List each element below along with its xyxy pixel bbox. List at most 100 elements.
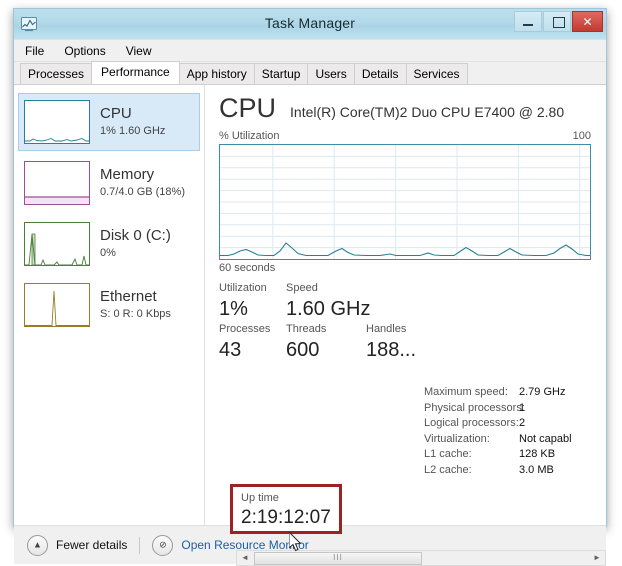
stat-threads-value: 600 bbox=[286, 339, 320, 361]
spec-key-l1-cache: L1 cache: bbox=[424, 448, 472, 460]
sidebar-item-memory[interactable]: Memory 0.7/4.0 GB (18%) bbox=[18, 154, 200, 212]
sidebar-item-disk[interactable]: Disk 0 (C:) 0% bbox=[18, 215, 200, 273]
sidebar-item-cpu-title: CPU bbox=[100, 105, 132, 122]
spec-key-logical-processors: Logical processors: bbox=[424, 417, 519, 429]
scroll-right-arrow-icon[interactable]: ► bbox=[589, 551, 605, 565]
sidebar-item-ethernet[interactable]: Ethernet S: 0 R: 0 Kbps bbox=[18, 276, 200, 334]
tab-performance[interactable]: Performance bbox=[91, 61, 180, 84]
cpu-utilization-graph bbox=[219, 144, 591, 260]
uptime-highlight-box: Up time 2:19:12:07 bbox=[230, 484, 342, 534]
sidebar-item-memory-text: Memory 0.7/4.0 GB (18%) bbox=[100, 166, 185, 200]
uptime-label: Up time bbox=[241, 492, 279, 504]
disk-thumbnail-graph bbox=[24, 222, 90, 266]
cpu-stats: Utilization 1% Speed 1.60 GHz Processes … bbox=[219, 281, 591, 363]
sidebar-item-ethernet-text: Ethernet S: 0 R: 0 Kbps bbox=[100, 288, 171, 322]
stats-row-bottom: Processes 43 Threads 600 Handles 188... bbox=[219, 322, 591, 363]
stat-handles: Handles 188... bbox=[366, 322, 446, 363]
spec-row-l2-cache: L2 cache: 3.0 MB bbox=[424, 463, 622, 479]
cpu-spec-list: Maximum speed: 2.79 GHz Physical process… bbox=[424, 385, 622, 478]
resource-monitor-glyph: ⊘ bbox=[159, 539, 167, 550]
resource-monitor-icon[interactable]: ⊘ bbox=[152, 534, 174, 556]
chevron-up-icon[interactable]: ▲ bbox=[27, 534, 48, 556]
spec-key-virtualization: Virtualization: bbox=[424, 432, 490, 445]
stat-threads: Threads 600 bbox=[286, 322, 366, 363]
tab-processes[interactable]: Processes bbox=[20, 63, 93, 84]
uptime-value: 2:19:12:07 bbox=[241, 507, 331, 528]
scrollbar-grip: III bbox=[333, 553, 343, 562]
sidebar-item-disk-title: Disk 0 (C:) bbox=[100, 227, 171, 244]
spec-value-virtualization: Not capabl bbox=[519, 432, 572, 445]
scroll-left-glyph: ◄ bbox=[241, 553, 249, 562]
scroll-right-glyph: ► bbox=[593, 553, 601, 562]
cpu-thumbnail-graph bbox=[24, 100, 90, 144]
spec-row-max-speed: Maximum speed: 2.79 GHz bbox=[424, 385, 622, 401]
title-bar[interactable]: Task Manager ✕ bbox=[14, 9, 606, 40]
menu-options[interactable]: Options bbox=[61, 43, 108, 59]
scrollbar-thumb[interactable]: III bbox=[254, 551, 422, 565]
spec-value-physical-processors: 1 bbox=[519, 401, 526, 414]
spec-key-l2-cache: L2 cache: bbox=[424, 463, 472, 476]
spec-key-max-speed: Maximum speed: bbox=[424, 386, 508, 398]
spec-value-l2-cache: 3.0 MB bbox=[519, 463, 554, 476]
spec-value-logical-processors: 2 bbox=[519, 417, 526, 429]
task-manager-window: Task Manager ✕ File Options View Process… bbox=[13, 8, 607, 566]
spec-row-physical-processors: Physical processors: 1 bbox=[424, 401, 622, 417]
tab-startup[interactable]: Startup bbox=[253, 63, 309, 84]
tab-details[interactable]: Details bbox=[353, 63, 407, 84]
minimize-icon bbox=[523, 24, 533, 26]
stat-utilization: Utilization 1% bbox=[219, 281, 286, 322]
ethernet-thumbnail-graph bbox=[24, 283, 90, 327]
stat-processes-label: Processes bbox=[219, 323, 271, 335]
sidebar-item-memory-sub: 0.7/4.0 GB (18%) bbox=[100, 186, 185, 198]
close-button[interactable]: ✕ bbox=[572, 11, 603, 32]
stat-threads-label: Threads bbox=[286, 323, 327, 335]
sidebar-item-disk-sub: 0% bbox=[100, 247, 116, 259]
spec-row-logical-processors: Logical processors: 2 bbox=[424, 416, 622, 432]
scroll-left-arrow-icon[interactable]: ◄ bbox=[237, 551, 253, 565]
tab-users[interactable]: Users bbox=[307, 63, 355, 84]
content-area: CPU 1% 1.60 GHz Memory 0.7/4.0 GB (18%) bbox=[14, 85, 606, 566]
resource-sidebar: CPU 1% 1.60 GHz Memory 0.7/4.0 GB (18%) bbox=[14, 85, 205, 525]
minimize-button[interactable] bbox=[514, 11, 542, 32]
menu-view[interactable]: View bbox=[123, 43, 155, 59]
tab-strip: Processes Performance App history Startu… bbox=[14, 61, 606, 85]
sidebar-item-ethernet-title: Ethernet bbox=[100, 288, 157, 305]
stat-handles-value: 188... bbox=[366, 339, 417, 361]
cpu-header: CPU Intel(R) Core(TM)2 Duo CPU E7400 @ 2… bbox=[219, 93, 606, 123]
memory-thumbnail-graph bbox=[24, 161, 90, 205]
stat-handles-label: Handles bbox=[366, 323, 407, 335]
stat-speed-value: 1.60 GHz bbox=[286, 298, 371, 320]
sidebar-item-disk-text: Disk 0 (C:) 0% bbox=[100, 227, 171, 261]
graph-y-label: % Utilization bbox=[219, 130, 280, 142]
restore-icon bbox=[553, 17, 565, 28]
sidebar-item-cpu-sub: 1% 1.60 GHz bbox=[100, 125, 166, 137]
stat-utilization-label: Utilization bbox=[219, 282, 267, 294]
spec-row-l1-cache: L1 cache: 128 KB bbox=[424, 447, 622, 463]
graph-y-max: 100 bbox=[572, 130, 591, 142]
tab-services[interactable]: Services bbox=[405, 63, 468, 84]
close-icon: ✕ bbox=[582, 14, 593, 29]
cpu-model-name: Intel(R) Core(TM)2 Duo CPU E7400 @ 2.80 bbox=[290, 104, 565, 120]
stats-row-top: Utilization 1% Speed 1.60 GHz bbox=[219, 281, 591, 322]
maximize-button[interactable] bbox=[543, 11, 571, 32]
graph-x-label: 60 seconds bbox=[219, 262, 276, 274]
fewer-details-button[interactable]: Fewer details bbox=[56, 538, 127, 552]
spec-value-l1-cache: 128 KB bbox=[519, 448, 556, 460]
sidebar-item-cpu-text: CPU 1% 1.60 GHz bbox=[100, 105, 165, 139]
sidebar-item-ethernet-sub: S: 0 R: 0 Kbps bbox=[100, 308, 171, 320]
sidebar-item-memory-title: Memory bbox=[100, 166, 155, 183]
sidebar-item-cpu[interactable]: CPU 1% 1.60 GHz bbox=[18, 93, 200, 151]
horizontal-scrollbar[interactable]: ◄ III ► bbox=[236, 550, 606, 566]
spec-value-max-speed: 2.79 GHz bbox=[519, 386, 566, 398]
stat-speed: Speed 1.60 GHz bbox=[286, 281, 396, 322]
footer-divider bbox=[139, 536, 141, 554]
stat-processes-value: 43 bbox=[219, 339, 242, 361]
spec-key-physical-processors: Physical processors: bbox=[424, 401, 525, 414]
stat-speed-label: Speed bbox=[286, 282, 318, 294]
menu-bar: File Options View bbox=[14, 40, 606, 62]
graph-axis-labels: % Utilization 100 bbox=[219, 130, 591, 144]
chevron-up-glyph: ▲ bbox=[33, 539, 42, 550]
stat-utilization-value: 1% bbox=[219, 298, 248, 320]
tab-app-history[interactable]: App history bbox=[178, 63, 255, 84]
menu-file[interactable]: File bbox=[22, 43, 47, 59]
